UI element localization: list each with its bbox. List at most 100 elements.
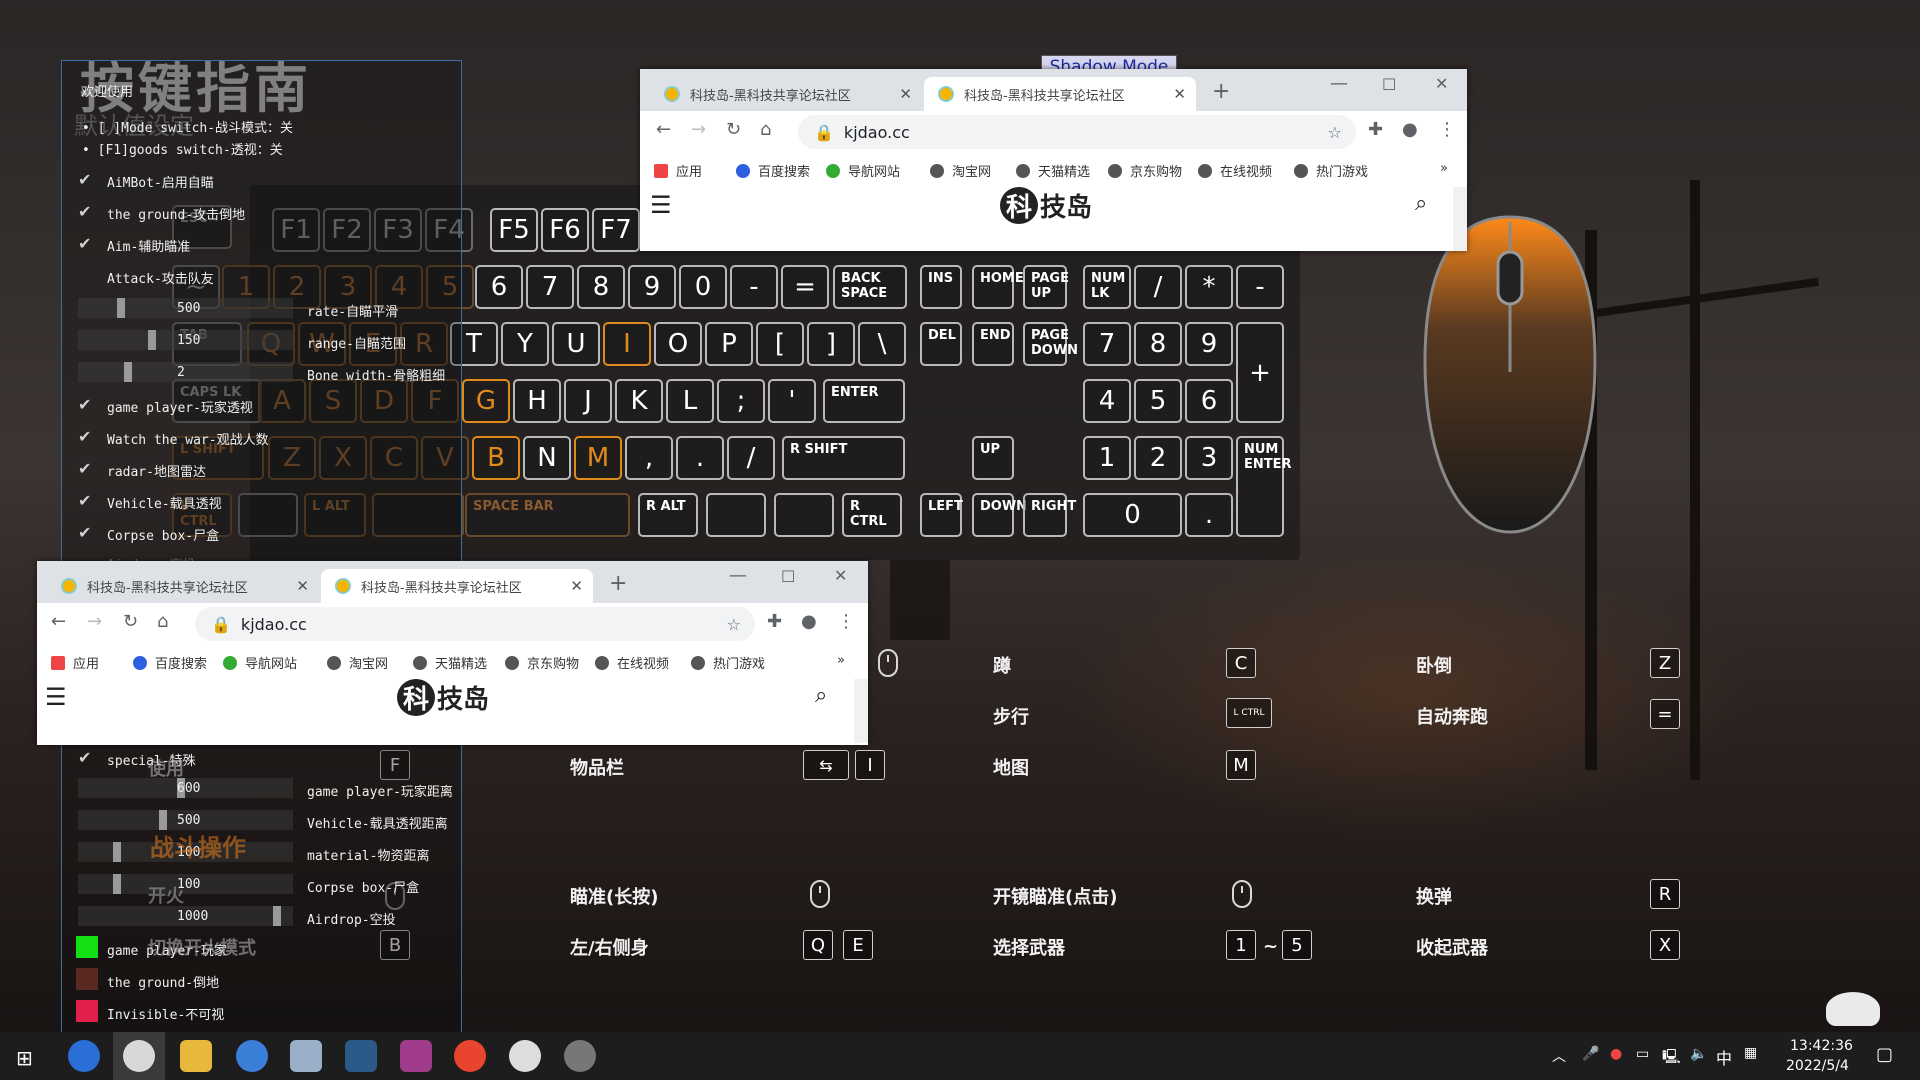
ime-indicator[interactable]: 中	[1716, 1045, 1732, 1069]
browser-tab-1[interactable]: 科技岛-黑科技共享论坛社区 ✕	[47, 569, 319, 603]
color-swatch[interactable]	[76, 1000, 98, 1022]
checkbox[interactable]: ✔	[78, 748, 91, 767]
checkbox[interactable]: ✔	[78, 234, 91, 253]
close-icon[interactable]: ✕	[899, 85, 912, 103]
home-icon[interactable]: ⌂	[157, 611, 168, 632]
address-bar[interactable]: 🔒 kjdao.cc ☆	[798, 115, 1356, 149]
reload-icon[interactable]: ↻	[726, 119, 741, 140]
maximize-icon[interactable]: ☐	[1382, 75, 1396, 94]
bookmark-item[interactable]: 百度搜索	[133, 653, 207, 672]
clock-date[interactable]: 2022/5/4	[1786, 1058, 1849, 1074]
maximize-icon[interactable]: ☐	[781, 567, 795, 586]
star-icon[interactable]: ☆	[1328, 123, 1342, 142]
slider-handle[interactable]	[124, 362, 132, 382]
close-icon[interactable]: ✕	[570, 577, 583, 595]
scrollbar[interactable]	[854, 679, 868, 743]
scrollbar[interactable]	[1453, 187, 1467, 251]
battery-icon[interactable]: ▭	[1636, 1046, 1649, 1062]
network-icon[interactable]: 🖳	[1662, 1046, 1681, 1070]
ime-mode-icon[interactable]: ▦	[1744, 1045, 1757, 1061]
bookmark-item[interactable]: 天猫精选	[413, 653, 487, 672]
volume-icon[interactable]: 🔈	[1690, 1046, 1707, 1062]
bookmark-item[interactable]: 百度搜索	[736, 161, 810, 180]
bookmark-item[interactable]: 导航网站	[826, 161, 900, 180]
star-icon[interactable]: ☆	[727, 615, 741, 634]
close-icon[interactable]: ✕	[1173, 85, 1186, 103]
menu-icon[interactable]: ⋮	[1438, 119, 1456, 140]
extensions-icon[interactable]: ✚	[767, 611, 782, 632]
menu-icon[interactable]: ⋮	[837, 611, 855, 632]
checkbox[interactable]: ✔	[78, 523, 91, 542]
new-tab-icon[interactable]: +	[1212, 79, 1230, 104]
tray-chevron-icon[interactable]: ︿	[1552, 1046, 1566, 1066]
app-icon-4[interactable]	[236, 1040, 268, 1072]
search-icon[interactable]: ⌕	[815, 683, 827, 708]
site-logo[interactable]: 科技岛	[397, 679, 489, 716]
windows-start-icon[interactable]: ⊞	[16, 1046, 33, 1070]
bookmark-item[interactable]: 在线视频	[595, 653, 669, 672]
bookmark-item[interactable]: 在线视频	[1198, 161, 1272, 180]
search-icon[interactable]: ⌕	[1415, 191, 1427, 216]
home-icon[interactable]: ⌂	[760, 119, 771, 140]
app-icon-1[interactable]	[68, 1040, 100, 1072]
file-explorer-icon[interactable]	[180, 1040, 212, 1072]
bookmark-item[interactable]: 热门游戏	[1294, 161, 1368, 180]
browser-tab-1[interactable]: 科技岛-黑科技共享论坛社区 ✕	[650, 77, 922, 111]
new-tab-icon[interactable]: +	[609, 571, 627, 596]
steam-icon[interactable]	[345, 1040, 377, 1072]
slider-handle[interactable]	[117, 298, 125, 318]
hamburger-icon[interactable]: ☰	[650, 191, 672, 219]
app-icon-9[interactable]	[509, 1040, 541, 1072]
checkbox[interactable]: ✔	[78, 395, 91, 414]
browser-tab-2[interactable]: 科技岛-黑科技共享论坛社区 ✕	[924, 77, 1196, 111]
checkbox[interactable]: ✔	[78, 427, 91, 446]
profile-icon[interactable]: ●	[801, 611, 817, 632]
forward-icon[interactable]: →	[87, 611, 102, 632]
app-icon-5[interactable]	[290, 1040, 322, 1072]
reload-icon[interactable]: ↻	[123, 611, 138, 632]
slider-handle[interactable]	[273, 906, 281, 926]
bookmark-item[interactable]: 应用	[51, 653, 99, 672]
app-icon-2[interactable]	[123, 1040, 155, 1072]
bookmark-item[interactable]: 天猫精选	[1016, 161, 1090, 180]
tray-app-icon[interactable]: ●	[1610, 1046, 1622, 1062]
bookmark-item[interactable]: 京东购物	[505, 653, 579, 672]
checkbox[interactable]: ✔	[78, 491, 91, 510]
window-close-icon[interactable]: ✕	[1435, 74, 1448, 93]
color-swatch[interactable]	[76, 936, 98, 958]
microphone-icon[interactable]: 🎤	[1582, 1046, 1599, 1062]
browser-tab-2[interactable]: 科技岛-黑科技共享论坛社区 ✕	[321, 569, 593, 603]
extensions-icon[interactable]: ✚	[1368, 119, 1383, 140]
close-icon[interactable]: ✕	[296, 577, 309, 595]
bookmark-item[interactable]: 京东购物	[1108, 161, 1182, 180]
bookmark-item[interactable]: 热门游戏	[691, 653, 765, 672]
back-icon[interactable]: ←	[51, 611, 66, 632]
slider-handle[interactable]	[159, 810, 167, 830]
bookmark-item[interactable]: 应用	[654, 161, 702, 180]
minimize-icon[interactable]: —	[729, 565, 747, 586]
bookmark-item[interactable]: 导航网站	[223, 653, 297, 672]
color-swatch[interactable]	[76, 968, 98, 990]
bookmarks-overflow-icon[interactable]: »	[1440, 161, 1448, 176]
chrome-icon[interactable]	[454, 1040, 486, 1072]
site-logo[interactable]: 科技岛	[1000, 187, 1092, 224]
archive-icon[interactable]	[400, 1040, 432, 1072]
hamburger-icon[interactable]: ☰	[45, 683, 67, 711]
checkbox[interactable]: ✔	[78, 459, 91, 478]
menu-slider[interactable]	[78, 362, 293, 382]
profile-icon[interactable]: ●	[1402, 119, 1418, 140]
notification-icon[interactable]: ▢	[1876, 1044, 1893, 1065]
bookmark-item[interactable]: 淘宝网	[327, 653, 388, 672]
back-icon[interactable]: ←	[656, 119, 671, 140]
bookmarks-overflow-icon[interactable]: »	[837, 653, 845, 668]
checkbox[interactable]: ✔	[78, 202, 91, 221]
address-bar[interactable]: 🔒 kjdao.cc ☆	[195, 607, 755, 641]
bookmark-item[interactable]: 淘宝网	[930, 161, 991, 180]
checkbox[interactable]: ✔	[78, 170, 91, 189]
clock-time[interactable]: 13:42:36	[1790, 1038, 1853, 1054]
slider-handle[interactable]	[113, 842, 121, 862]
game-app-icon[interactable]	[564, 1040, 596, 1072]
slider-handle[interactable]	[113, 874, 121, 894]
forward-icon[interactable]: →	[691, 119, 706, 140]
minimize-icon[interactable]: —	[1330, 73, 1348, 94]
